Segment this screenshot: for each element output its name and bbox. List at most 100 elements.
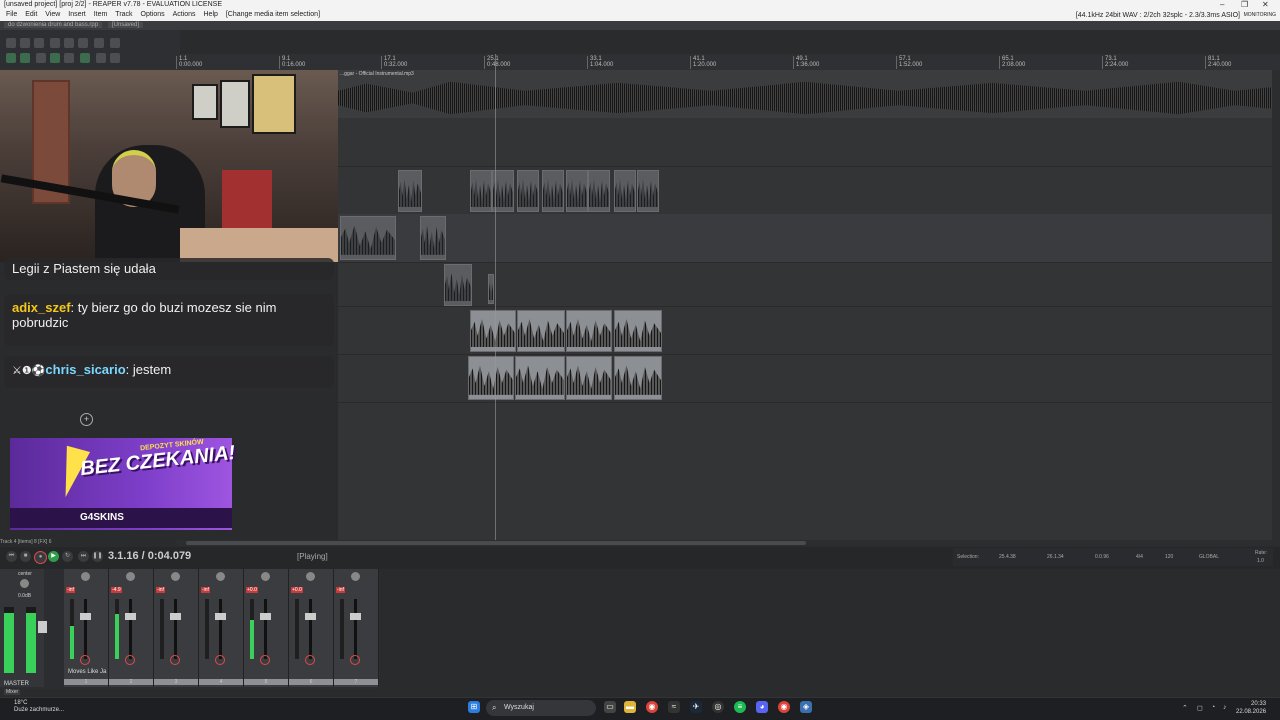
media-item[interactable] [340, 216, 396, 260]
tempo-bpm[interactable]: 120 [1165, 554, 1173, 560]
volume-fader-track[interactable] [129, 599, 132, 659]
steam-icon[interactable]: ✈ [690, 701, 702, 713]
track-lane[interactable] [338, 262, 1272, 307]
menu-edit[interactable]: Edit [25, 11, 37, 18]
global-toggle[interactable]: GLOBAL [1199, 554, 1219, 560]
scrollbar-thumb[interactable] [186, 541, 806, 545]
media-item[interactable] [614, 310, 662, 352]
network-icon[interactable]: ◔ [1211, 704, 1215, 711]
envelope-icon[interactable] [50, 53, 60, 63]
menu-help[interactable]: Help [204, 11, 218, 18]
record-arm-button[interactable] [170, 655, 180, 665]
go-to-end-button[interactable]: ⏭ [78, 551, 89, 562]
go-to-start-button[interactable]: ⏮ [6, 551, 17, 562]
mixer-tab[interactable]: Mixer [4, 689, 21, 695]
ripple-edit-icon[interactable] [6, 53, 16, 63]
file-explorer-icon[interactable]: ▬ [624, 701, 636, 713]
volume-fader-track[interactable] [354, 599, 357, 659]
browser-icon[interactable]: ◉ [778, 701, 790, 713]
media-item[interactable] [614, 356, 662, 400]
pan-knob[interactable] [81, 572, 90, 581]
lock-icon[interactable] [96, 53, 106, 63]
media-item[interactable] [468, 356, 514, 400]
volume-fader-track[interactable] [174, 599, 177, 659]
menu-insert[interactable]: Insert [68, 11, 86, 18]
menu-options[interactable]: Options [141, 11, 165, 18]
record-button[interactable]: ● [34, 551, 47, 564]
pause-button[interactable]: ❚❚ [92, 551, 103, 562]
record-arm-button[interactable] [305, 655, 315, 665]
app-icon[interactable]: ≈ [668, 701, 680, 713]
media-item[interactable] [420, 216, 446, 260]
track-number[interactable]: 5 [244, 679, 288, 685]
volume-fader[interactable] [215, 613, 226, 620]
master-fader[interactable] [38, 621, 47, 633]
media-item[interactable] [542, 170, 564, 212]
media-item[interactable] [398, 170, 422, 212]
pan-knob[interactable] [261, 572, 270, 581]
tray-chevron-icon[interactable]: ⌃ [1182, 704, 1188, 712]
rate-value[interactable]: 1.0 [1257, 558, 1264, 564]
new-project-icon[interactable] [6, 38, 16, 48]
track-number[interactable]: 1 [64, 679, 108, 685]
volume-fader-track[interactable] [264, 599, 267, 659]
track-lane[interactable] [338, 118, 1272, 167]
pan-knob[interactable] [306, 572, 315, 581]
record-arm-button[interactable] [215, 655, 225, 665]
pan-knob[interactable] [126, 572, 135, 581]
mixer-channel-strip[interactable]: +0.0 6 [289, 569, 334, 687]
record-arm-button[interactable] [80, 655, 90, 665]
selection-end[interactable]: 26.1.34 [1047, 554, 1064, 560]
media-item[interactable] [517, 310, 565, 352]
start-icon[interactable]: ⊞ [468, 701, 480, 713]
pan-knob[interactable] [351, 572, 360, 581]
repeat-button[interactable]: ↻ [62, 551, 73, 562]
audio-format-info[interactable]: [44.1kHz 24bit WAV : 2/2ch 32splc - 2.3/… [1076, 12, 1240, 19]
media-item[interactable] [515, 356, 565, 400]
volume-fader[interactable] [125, 613, 136, 620]
media-item[interactable] [566, 310, 612, 352]
media-item[interactable] [517, 170, 539, 212]
media-item-instrumental[interactable]: ...ggar - Official Instrumental.mp3 [338, 70, 1272, 118]
volume-icon[interactable]: ♪ [1223, 704, 1227, 711]
project-settings-icon[interactable] [50, 38, 60, 48]
arrange-view[interactable]: ...ggar - Official Instrumental.mp3 [338, 70, 1272, 540]
tray-app-icon[interactable]: ◻ [1197, 704, 1203, 712]
reaper-icon[interactable]: ◈ [800, 701, 812, 713]
tab-project-2[interactable]: [Unsaved] [108, 22, 144, 28]
track-number[interactable]: 4 [199, 679, 243, 685]
close-button[interactable]: ✕ [1262, 0, 1269, 9]
minimize-button[interactable]: – [1220, 0, 1224, 9]
clock[interactable]: 20:33 22.08.2026 [1236, 700, 1266, 716]
discord-icon[interactable]: ◕ [756, 701, 768, 713]
timeline-ruler[interactable]: 1.1 0:00.000 9.1 0:16.000 17.1 0:32.000 25.… [176, 54, 1280, 71]
volume-fader[interactable] [305, 613, 316, 620]
master-pan-knob[interactable] [20, 579, 29, 588]
snap-icon[interactable] [20, 53, 30, 63]
chrome-icon[interactable]: ◉ [646, 701, 658, 713]
volume-fader-track[interactable] [84, 599, 87, 659]
tool-icon[interactable] [110, 53, 120, 63]
media-item[interactable] [444, 264, 472, 306]
track-number[interactable]: 2 [109, 679, 153, 685]
track-number[interactable]: 6 [289, 679, 333, 685]
media-item[interactable] [588, 170, 610, 212]
play-button[interactable]: ▶ [48, 551, 59, 562]
mixer-channel-strip[interactable]: -inf 7 [334, 569, 379, 687]
metronome-icon[interactable] [94, 38, 104, 48]
volume-fader[interactable] [170, 613, 181, 620]
tab-project-1[interactable]: do dzwonienia drum and bass.rpp [4, 22, 103, 28]
open-project-icon[interactable] [20, 38, 30, 48]
mixer-channel-strip[interactable]: -inf 3 [154, 569, 199, 687]
volume-fader[interactable] [80, 613, 91, 620]
menu-actions[interactable]: Actions [173, 11, 196, 18]
volume-fader[interactable] [350, 613, 361, 620]
grid-toggle-icon[interactable] [36, 53, 46, 63]
selection-start[interactable]: 25.4.38 [999, 554, 1016, 560]
redo-icon[interactable] [78, 38, 88, 48]
taskbar-search[interactable]: ⌕ Wyszukaj [486, 700, 596, 716]
track-lane[interactable] [338, 214, 1272, 263]
obs-icon[interactable]: ◎ [712, 701, 724, 713]
grid-icon[interactable] [110, 38, 120, 48]
task-view-icon[interactable]: ▭ [604, 701, 616, 713]
